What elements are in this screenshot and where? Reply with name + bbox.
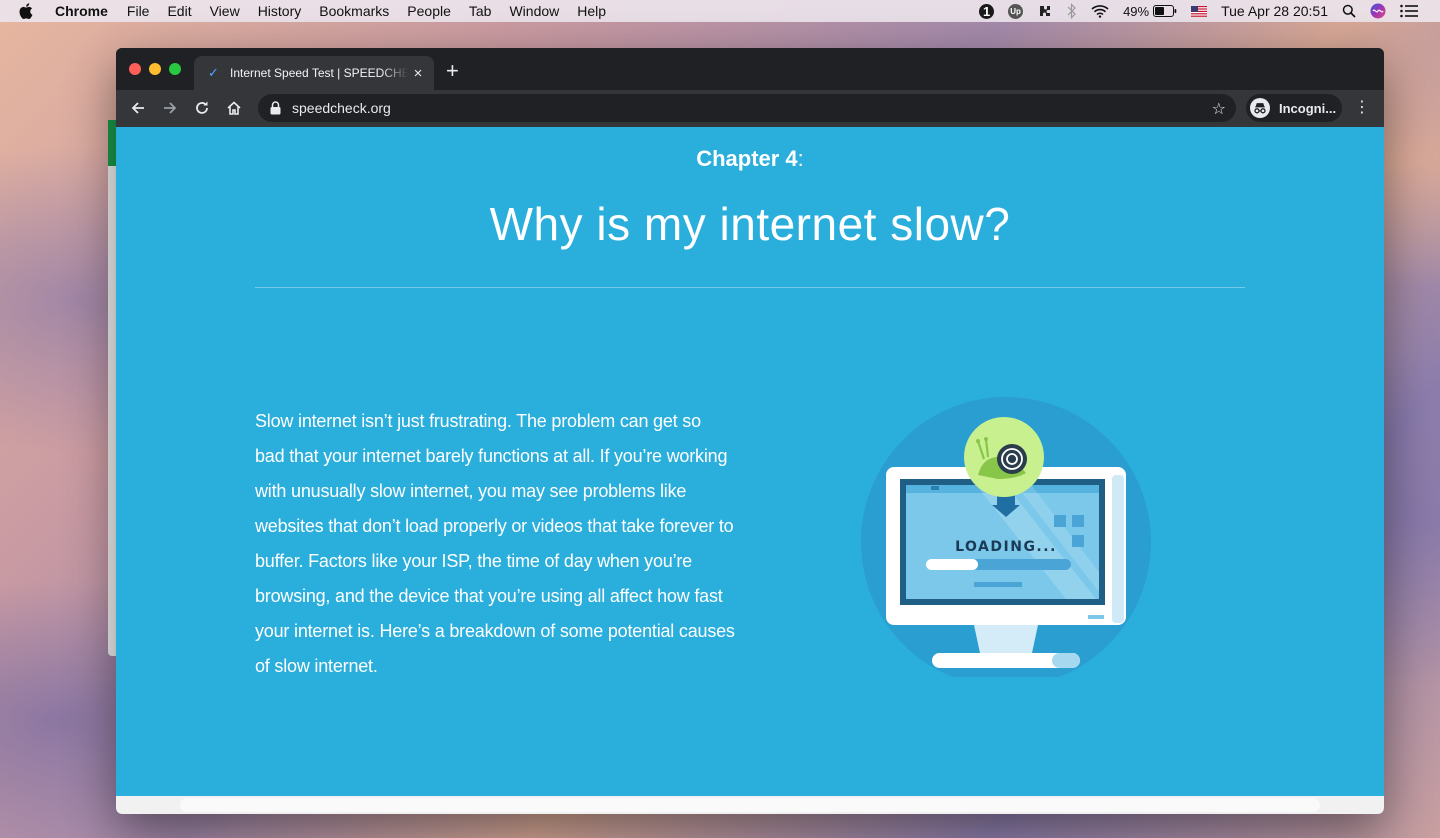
macos-menu-bar: Chrome File Edit View History Bookmarks … — [0, 0, 1440, 22]
menu-history[interactable]: History — [258, 3, 302, 19]
incognito-profile-button[interactable]: Incogni... — [1246, 94, 1342, 122]
tab-strip: ✓ Internet Speed Test | SPEEDCHECK × + — [116, 48, 1384, 90]
incognito-icon — [1250, 98, 1270, 118]
puzzle-icon[interactable] — [1037, 3, 1053, 19]
forward-arrow-icon[interactable] — [160, 98, 180, 118]
close-tab-icon[interactable]: × — [410, 65, 426, 82]
menu-tab[interactable]: Tab — [469, 3, 492, 19]
close-window-button[interactable] — [129, 63, 141, 75]
slow-loading-illustration: LOADING... — [856, 397, 1156, 687]
lock-icon[interactable] — [270, 101, 282, 115]
address-bar[interactable]: speedcheck.org ☆ — [258, 94, 1236, 122]
home-icon[interactable] — [224, 98, 244, 118]
bluetooth-icon[interactable] — [1067, 3, 1077, 19]
menu-help[interactable]: Help — [577, 3, 606, 19]
scrollbar-thumb[interactable] — [180, 798, 1320, 812]
tab-title: Internet Speed Test | SPEEDCHECK — [230, 66, 408, 80]
menu-view[interactable]: View — [210, 3, 240, 19]
menu-window[interactable]: Window — [509, 3, 559, 19]
us-flag-icon[interactable] — [1191, 5, 1208, 17]
battery-percentage[interactable]: 49% — [1123, 4, 1149, 19]
page-content: Chapter 4: Why is my internet slow? Slow… — [116, 127, 1384, 796]
chrome-window: ✓ Internet Speed Test | SPEEDCHECK × + s… — [116, 48, 1384, 814]
apple-menu-icon[interactable] — [19, 3, 35, 19]
siri-icon[interactable] — [1370, 3, 1386, 19]
chapter-colon: : — [797, 146, 804, 171]
battery-icon[interactable] — [1153, 5, 1177, 17]
more-menu-icon[interactable]: ⋮ — [1354, 99, 1370, 117]
chapter-number: Chapter 4 — [696, 146, 798, 171]
page-heading: Why is my internet slow? — [489, 198, 1011, 250]
back-arrow-icon[interactable] — [128, 98, 148, 118]
upwork-icon[interactable]: Up — [1008, 3, 1024, 19]
menu-people[interactable]: People — [407, 3, 451, 19]
menu-clock[interactable]: Tue Apr 28 20:51 — [1221, 3, 1328, 19]
bookmark-star-icon[interactable]: ☆ — [1212, 99, 1226, 119]
wifi-icon[interactable] — [1091, 4, 1109, 18]
menu-file[interactable]: File — [127, 3, 150, 19]
chapter-label: Chapter 4: — [116, 146, 1384, 172]
menu-bookmarks[interactable]: Bookmarks — [319, 3, 389, 19]
incognito-label: Incogni... — [1279, 100, 1337, 116]
new-tab-plus-icon[interactable]: + — [446, 60, 459, 82]
menu-edit[interactable]: Edit — [167, 3, 191, 19]
tab-speedcheck[interactable]: ✓ Internet Speed Test | SPEEDCHECK × — [194, 56, 434, 90]
loading-label: LOADING... — [955, 539, 1057, 555]
notification-count-badge[interactable]: 1 — [979, 3, 995, 19]
url-text[interactable]: speedcheck.org — [292, 100, 391, 116]
spotlight-search-icon[interactable] — [1342, 4, 1356, 18]
reload-icon[interactable] — [192, 98, 212, 118]
intro-paragraph: Slow internet isn’t just frustrating. Th… — [255, 411, 735, 676]
notification-center-icon[interactable] — [1400, 4, 1418, 18]
heading-divider — [255, 287, 1245, 288]
browser-toolbar: speedcheck.org ☆ Incogni... ⋮ — [116, 90, 1384, 127]
fullscreen-window-button[interactable] — [169, 63, 181, 75]
minimize-window-button[interactable] — [149, 63, 161, 75]
checkmark-favicon-icon: ✓ — [208, 65, 219, 80]
horizontal-scrollbar[interactable] — [116, 796, 1384, 814]
menu-app-name[interactable]: Chrome — [55, 3, 108, 19]
